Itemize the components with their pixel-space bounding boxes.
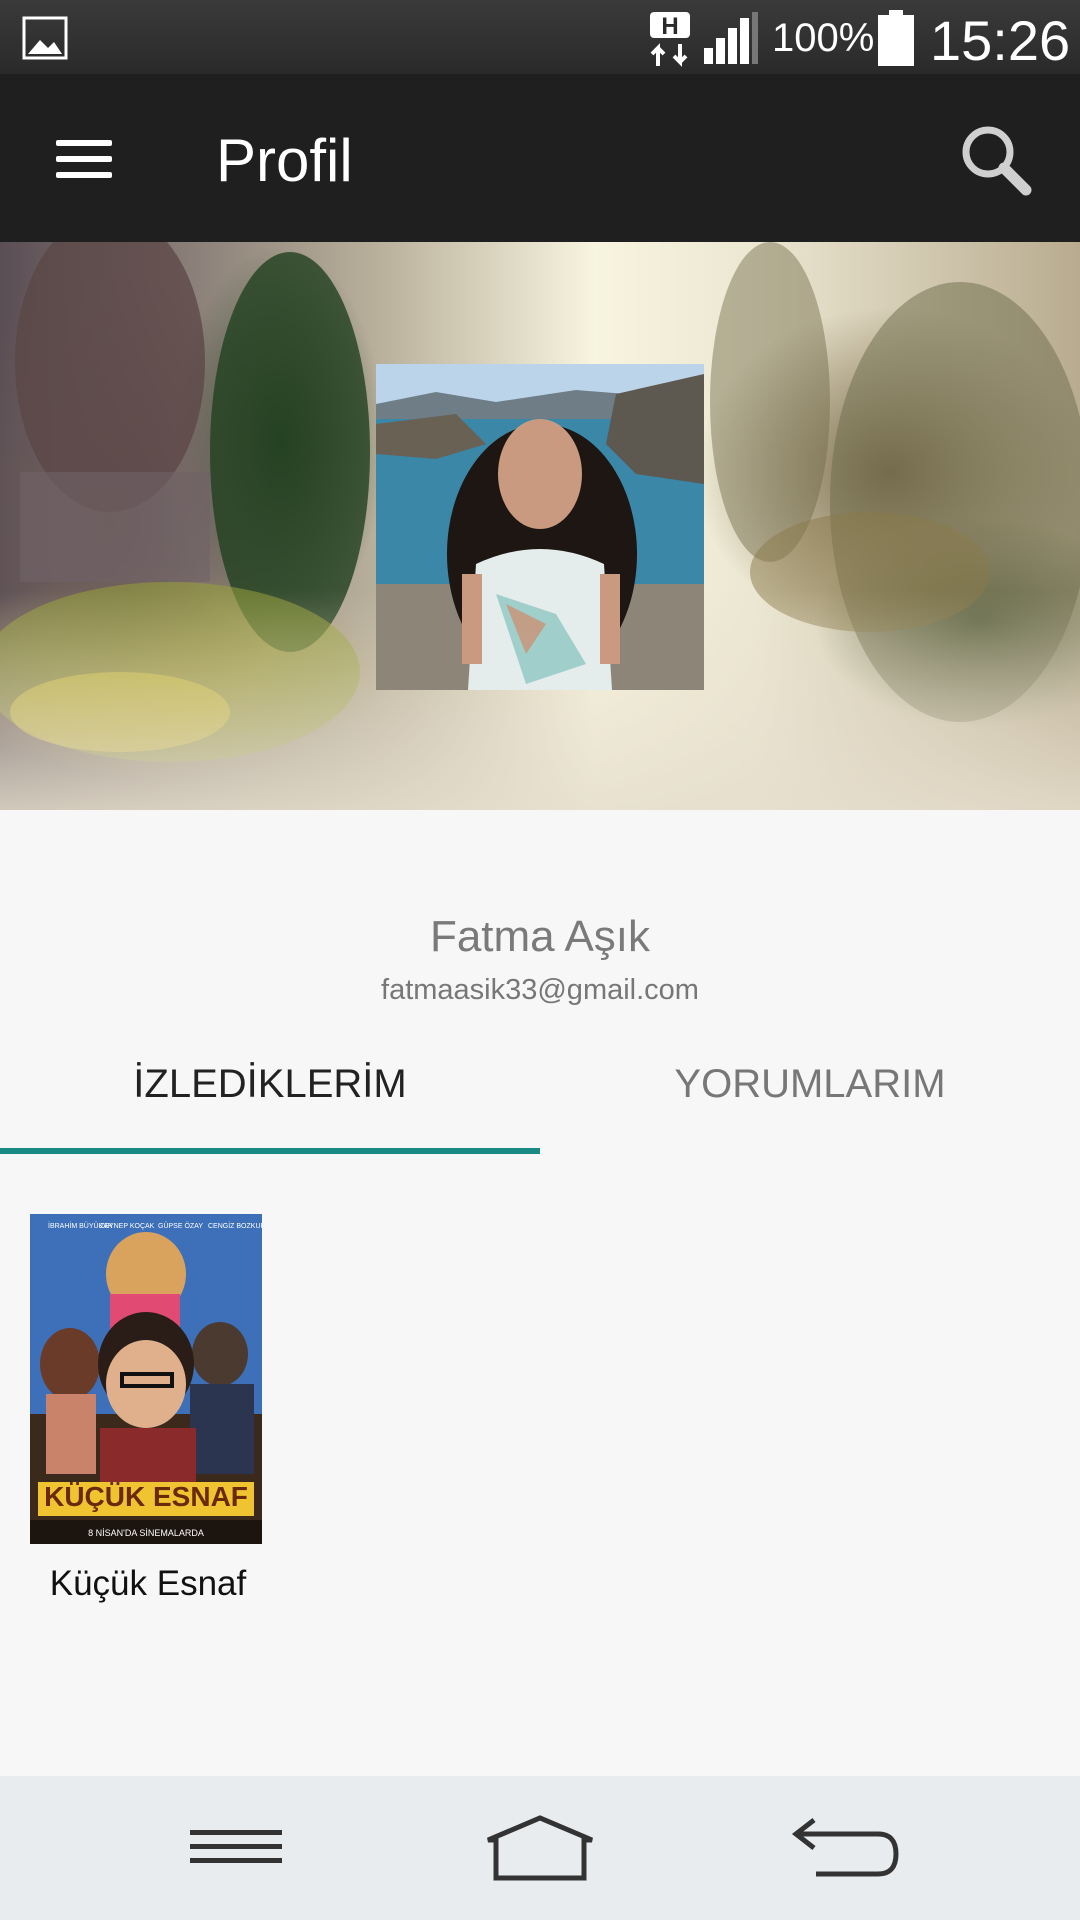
hamburger-icon-line bbox=[56, 140, 112, 146]
page-title: Profil bbox=[216, 127, 353, 194]
battery-percent: 100% bbox=[772, 16, 875, 60]
poster-cast-2: ZEYNEP KOÇAK bbox=[100, 1223, 155, 1230]
menu-button[interactable] bbox=[40, 124, 130, 194]
battery-icon bbox=[878, 10, 914, 66]
movie-item[interactable]: KÜÇÜK ESNAF 8 NİSAN'DA SİNEMALARDA İBRAH… bbox=[28, 1212, 264, 1612]
tab-yorumlarim[interactable]: YORUMLARIM bbox=[540, 1044, 1080, 1152]
poster-cast-4: CENGİZ BOZKURT bbox=[208, 1221, 262, 1230]
network-hspa-icon: H bbox=[650, 12, 690, 67]
home-icon[interactable] bbox=[480, 1808, 600, 1888]
hamburger-icon-line bbox=[56, 156, 112, 162]
avatar[interactable] bbox=[376, 364, 704, 690]
avatar-photo bbox=[376, 364, 704, 690]
movie-poster[interactable]: KÜÇÜK ESNAF 8 NİSAN'DA SİNEMALARDA İBRAH… bbox=[30, 1214, 262, 1544]
movie-title: Küçük Esnaf bbox=[49, 1564, 247, 1603]
menu-icon[interactable] bbox=[176, 1808, 296, 1888]
gallery-notification-icon bbox=[22, 16, 68, 60]
signal-strength-icon bbox=[704, 12, 758, 64]
svg-text:H: H bbox=[661, 13, 678, 40]
back-icon[interactable] bbox=[786, 1808, 906, 1888]
poster-release-text: 8 NİSAN'DA SİNEMALARDA bbox=[88, 1528, 204, 1538]
poster-cast-3: GÜPSE ÖZAY bbox=[158, 1222, 203, 1230]
user-email: fatmaasik33@gmail.com bbox=[381, 974, 699, 1006]
tab-izlediklerim[interactable]: İZLEDİKLERİM bbox=[0, 1044, 540, 1152]
clock: 15:26 bbox=[930, 9, 1071, 72]
poster-title-text: KÜÇÜK ESNAF bbox=[44, 1481, 248, 1512]
app-bar: Profil bbox=[0, 74, 1080, 242]
status-bar: H 100% 15:26 bbox=[0, 0, 1080, 74]
hamburger-icon-line bbox=[56, 172, 112, 178]
user-name: Fatma Aşık bbox=[429, 912, 651, 961]
system-nav-bar bbox=[0, 1776, 1080, 1920]
search-icon[interactable] bbox=[950, 114, 1040, 204]
active-tab-indicator bbox=[0, 1148, 540, 1154]
poster-art: KÜÇÜK ESNAF 8 NİSAN'DA SİNEMALARDA İBRAH… bbox=[30, 1214, 262, 1544]
